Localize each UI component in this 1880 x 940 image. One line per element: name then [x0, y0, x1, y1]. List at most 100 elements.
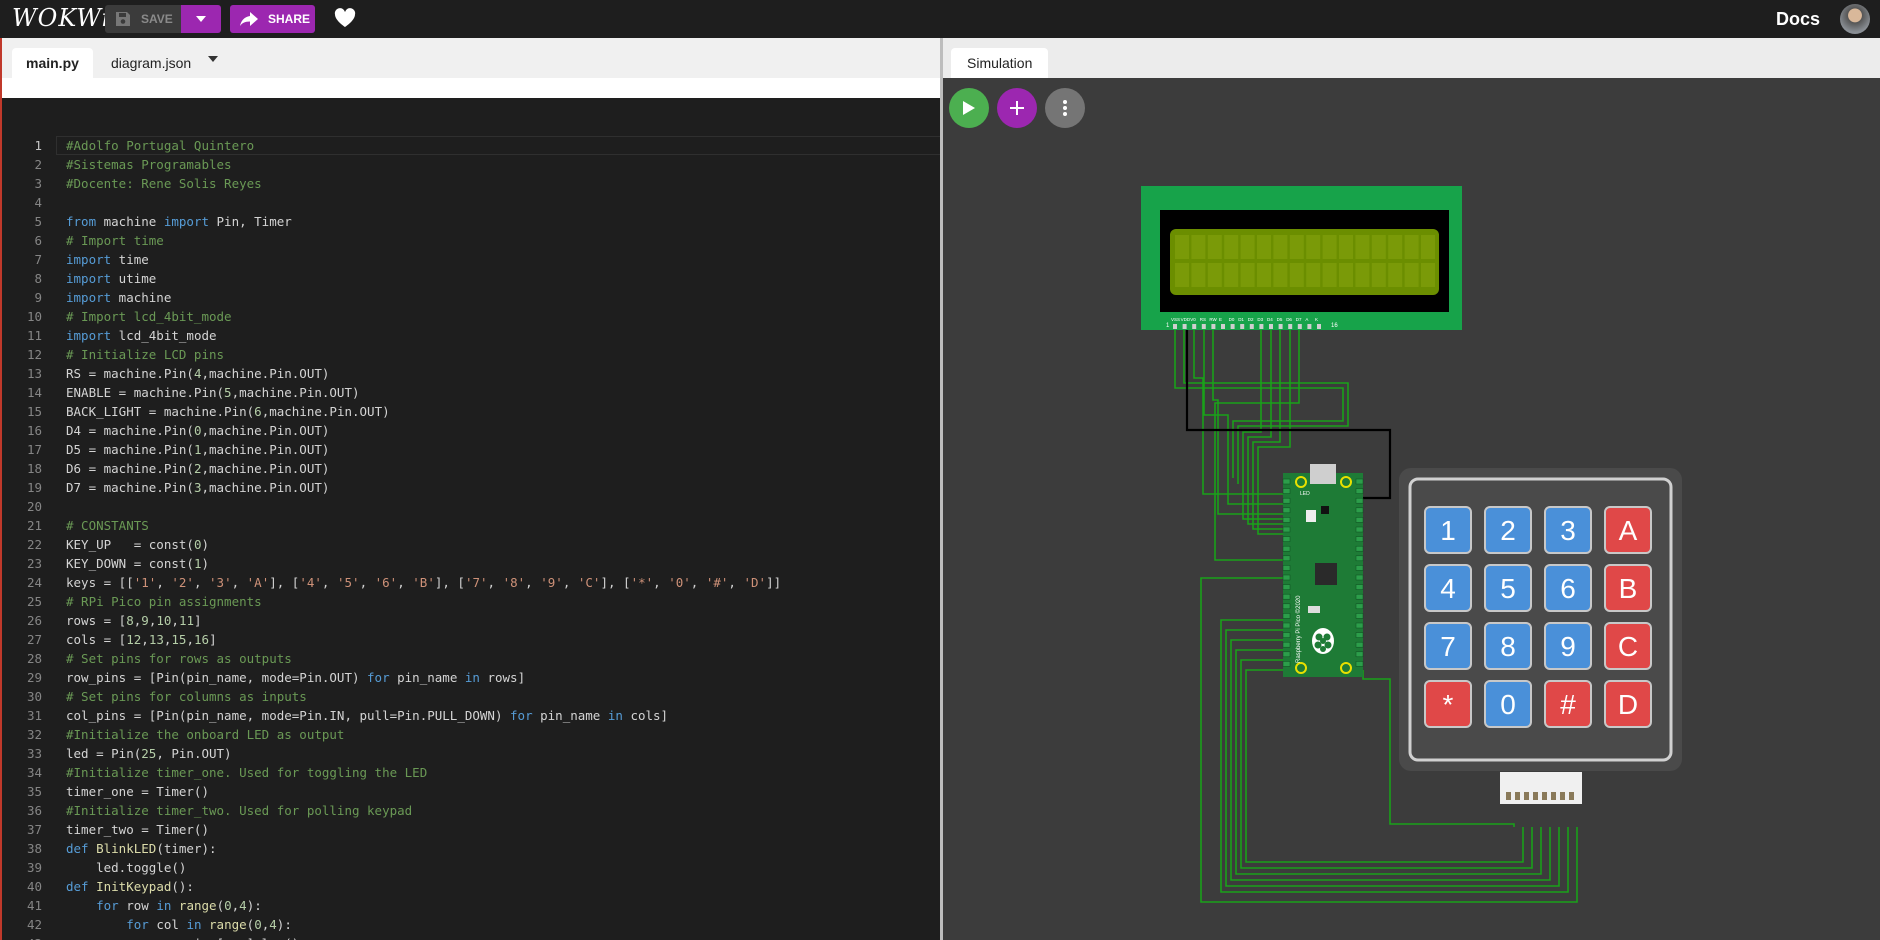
lcd-pin[interactable] [1182, 324, 1187, 329]
code-line[interactable]: 9 import machine [2, 290, 942, 309]
pico-pin[interactable] [1282, 613, 1291, 619]
lcd-pin[interactable] [1278, 324, 1283, 329]
code-line[interactable]: 42 for col in range(0,4): [2, 917, 942, 936]
code-line[interactable]: 2 #Sistemas Programables [2, 157, 942, 176]
pico-pin[interactable] [1355, 593, 1364, 600]
pico-pin[interactable] [1355, 478, 1364, 485]
pico-pin[interactable] [1282, 497, 1291, 504]
lcd-1602[interactable]: VSS VDD V0 RS RW E D0 D1 D2 D3 D4 D5 D6 D7 A K 1 16 [1141, 186, 1462, 330]
user-avatar[interactable] [1840, 4, 1870, 34]
pico-pin[interactable] [1282, 632, 1291, 638]
pico-pin[interactable] [1355, 526, 1364, 533]
lcd-pin[interactable] [1240, 324, 1245, 329]
pico-pin[interactable] [1282, 641, 1291, 648]
code-line[interactable]: 21 # CONSTANTS [2, 518, 942, 537]
lcd-pin[interactable] [1317, 324, 1321, 329]
code-area[interactable]: 1 #Adolfo Portugal Quintero 2 #Sistemas Pro… [2, 98, 942, 940]
code-line[interactable]: 7 import time [2, 252, 942, 271]
pico-pin[interactable] [1282, 507, 1291, 514]
file-menu-dropdown-icon[interactable] [208, 56, 218, 62]
tab-simulation[interactable]: Simulation [951, 48, 1049, 78]
code-line[interactable]: 19 D7 = machine.Pin(3,machine.Pin.OUT) [2, 480, 942, 499]
lcd-pin[interactable] [1307, 324, 1312, 329]
lcd-pin[interactable] [1259, 324, 1264, 329]
pico-pin[interactable] [1355, 536, 1364, 542]
pico-pin[interactable] [1282, 584, 1291, 590]
lcd-pin[interactable] [1230, 324, 1235, 329]
save-options-dropdown[interactable] [181, 5, 221, 33]
code-line[interactable]: 29 row_pins = [Pin(pin_name, mode=Pin.OUT… [2, 670, 942, 689]
pico-pin[interactable] [1355, 641, 1364, 648]
pico-pin[interactable] [1282, 622, 1291, 629]
code-line[interactable]: 36 #Initialize timer_two. Used for pollin… [2, 803, 942, 822]
code-line[interactable]: 6 # Import time [2, 233, 942, 252]
raspberry-pi-pico[interactable]: LED Raspberry Pi Pico ©2020 [1282, 464, 1364, 677]
code-line[interactable]: 1 #Adolfo Portugal Quintero [2, 138, 942, 157]
code-line[interactable]: 22 KEY_UP = const(0) [2, 537, 942, 556]
pico-pin[interactable] [1355, 632, 1364, 638]
code-line[interactable]: 38 def BlinkLED(timer): [2, 841, 942, 860]
code-line[interactable]: 5 from machine import Pin, Timer [2, 214, 942, 233]
pico-pin[interactable] [1282, 488, 1291, 494]
code-line[interactable]: 26 rows = [8,9,10,11] [2, 613, 942, 632]
code-line[interactable]: 14 ENABLE = machine.Pin(5,machine.Pin.OUT… [2, 385, 942, 404]
pico-pin[interactable] [1355, 603, 1364, 610]
code-line[interactable]: 24 keys = [['1', '2', '3', 'A'], ['4', '5… [2, 575, 942, 594]
lcd-pin[interactable] [1192, 324, 1197, 329]
lcd-pin[interactable] [1269, 324, 1273, 329]
code-line[interactable]: 34 #Initialize timer_one. Used for toggli… [2, 765, 942, 784]
code-line[interactable]: 17 D5 = machine.Pin(1,machine.Pin.OUT) [2, 442, 942, 461]
code-line[interactable]: 8 import utime [2, 271, 942, 290]
pico-pin[interactable] [1282, 536, 1291, 542]
code-line[interactable]: 23 KEY_DOWN = const(1) [2, 556, 942, 575]
code-line[interactable]: 20 [2, 499, 942, 518]
code-line[interactable]: 35 timer_one = Timer() [2, 784, 942, 803]
tab-diagram-json[interactable]: diagram.json [97, 48, 205, 78]
code-line[interactable]: 40 def InitKeypad(): [2, 879, 942, 898]
code-line[interactable]: 43 row_pins[row].low() [2, 936, 942, 940]
save-button[interactable]: SAVE [105, 5, 181, 33]
pico-pin[interactable] [1282, 661, 1291, 667]
pico-pin[interactable] [1355, 555, 1364, 562]
lcd-pin[interactable] [1221, 324, 1225, 329]
code-line[interactable]: 27 cols = [12,13,15,16] [2, 632, 942, 651]
pico-pin[interactable] [1282, 651, 1291, 658]
heart-icon[interactable] [334, 8, 356, 28]
code-line[interactable]: 33 led = Pin(25, Pin.OUT) [2, 746, 942, 765]
wokwi-logo[interactable]: WOKWi [12, 4, 110, 32]
circuit-canvas[interactable]: VSS VDD V0 RS RW E D0 D1 D2 D3 D4 D5 D6 D7 A K 1 16 LED [943, 78, 1880, 940]
code-line[interactable]: 13 RS = machine.Pin(4,machine.Pin.OUT) [2, 366, 942, 385]
pico-pin[interactable] [1282, 593, 1291, 600]
pico-pin[interactable] [1355, 517, 1364, 523]
pico-pin[interactable] [1355, 488, 1364, 494]
code-line[interactable]: 41 for row in range(0,4): [2, 898, 942, 917]
pico-pin[interactable] [1282, 603, 1291, 610]
membrane-keypad[interactable]: 1 2 3 A 4 5 6 B 7 8 9 C * 0 # D [1399, 468, 1682, 804]
code-line[interactable]: 18 D6 = machine.Pin(2,machine.Pin.OUT) [2, 461, 942, 480]
pico-pin[interactable] [1282, 517, 1291, 523]
code-line[interactable]: 11 import lcd_4bit_mode [2, 328, 942, 347]
pico-pin[interactable] [1355, 507, 1364, 514]
code-line[interactable]: 10 # Import lcd_4bit_mode [2, 309, 942, 328]
pico-pin[interactable] [1282, 555, 1291, 562]
pico-pin[interactable] [1355, 565, 1364, 571]
pico-pin[interactable] [1355, 613, 1364, 619]
code-line[interactable]: 28 # Set pins for rows as outputs [2, 651, 942, 670]
bootsel-button[interactable] [1306, 510, 1316, 522]
pico-pin[interactable] [1282, 526, 1291, 533]
pico-pin[interactable] [1355, 497, 1364, 504]
code-line[interactable]: 25 # RPi Pico pin assignments [2, 594, 942, 613]
lcd-pin[interactable] [1211, 324, 1216, 329]
wire[interactable] [1183, 330, 1349, 484]
pico-pin[interactable] [1355, 574, 1364, 581]
code-line[interactable]: 32 #Initialize the onboard LED as output [2, 727, 942, 746]
lcd-pin[interactable] [1249, 324, 1254, 329]
lcd-pin[interactable] [1288, 324, 1293, 329]
docs-link[interactable]: Docs [1776, 9, 1820, 30]
pico-pin[interactable] [1355, 584, 1364, 590]
code-line[interactable]: 16 D4 = machine.Pin(0,machine.Pin.OUT) [2, 423, 942, 442]
pico-pin[interactable] [1282, 574, 1291, 581]
code-line[interactable]: 30 # Set pins for columns as inputs [2, 689, 942, 708]
lcd-pin[interactable] [1297, 324, 1302, 329]
code-line[interactable]: 4 [2, 195, 942, 214]
